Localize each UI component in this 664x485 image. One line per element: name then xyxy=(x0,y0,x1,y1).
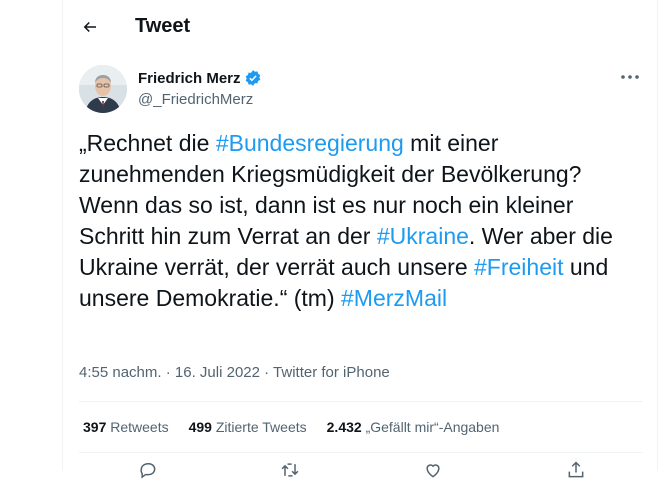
hashtag-merzmail[interactable]: #MerzMail xyxy=(341,285,447,311)
likes-label: „Gefällt mir“-Angaben xyxy=(361,419,500,435)
divider xyxy=(79,401,643,402)
hashtag-freiheit[interactable]: #Freiheit xyxy=(474,254,563,280)
quote-tweets-label: Zitierte Tweets xyxy=(211,419,307,435)
verified-badge-icon xyxy=(244,69,262,87)
author-name-link[interactable]: Friedrich Merz xyxy=(138,69,262,87)
back-arrow-icon xyxy=(83,21,96,33)
share-icon xyxy=(568,461,584,478)
quote-tweets-count: 499 xyxy=(188,419,212,435)
meta-separator: · xyxy=(161,364,175,381)
likes-count: 2.432 xyxy=(326,419,362,435)
retweet-button[interactable] xyxy=(279,460,301,480)
retweets-count: 397 xyxy=(83,419,107,435)
like-icon xyxy=(426,464,440,478)
tweet-column: Tweet Friedrich Merz @_FriedrichMerz „Re… xyxy=(62,0,658,479)
tweet-header: Tweet xyxy=(63,0,657,56)
like-button[interactable] xyxy=(422,460,444,480)
tweet-date[interactable]: 16. Juli 2022 xyxy=(175,364,260,381)
hashtag-bundesregierung[interactable]: #Bundesregierung xyxy=(216,130,404,156)
quote-tweets-stat[interactable]: 499 Zitierte Tweets xyxy=(189,419,307,435)
avatar-image xyxy=(79,65,127,113)
author-handle[interactable]: @_FriedrichMerz xyxy=(138,91,253,108)
back-button[interactable] xyxy=(73,10,107,44)
tweet-time[interactable]: 4:55 nachm. xyxy=(79,364,162,381)
tweet-text-segment: „Rechnet die xyxy=(79,130,216,156)
tweet-actions xyxy=(79,460,643,480)
share-button[interactable] xyxy=(565,460,587,480)
retweets-label: Retweets xyxy=(106,419,169,435)
reply-button[interactable] xyxy=(137,460,159,480)
retweets-stat[interactable]: 397 Retweets xyxy=(83,419,169,435)
author-name: Friedrich Merz xyxy=(138,69,241,87)
more-button[interactable] xyxy=(617,67,643,87)
page-title: Tweet xyxy=(135,15,191,37)
tweet-meta: 4:55 nachm. · 16. Juli 2022 · Twitter fo… xyxy=(79,364,390,381)
retweet-icon xyxy=(281,463,299,477)
divider xyxy=(79,452,643,453)
more-icon xyxy=(621,75,639,79)
tweet-stats: 397 Retweets 499 Zitierte Tweets 2.432 „… xyxy=(83,419,499,435)
tweet-source[interactable]: Twitter for iPhone xyxy=(273,364,390,381)
likes-stat[interactable]: 2.432 „Gefällt mir“-Angaben xyxy=(327,419,500,435)
avatar[interactable] xyxy=(79,65,127,113)
tweet-text: „Rechnet die #Bundesregierung mit einer … xyxy=(79,128,639,314)
meta-separator: · xyxy=(259,364,274,381)
hashtag-ukraine[interactable]: #Ukraine xyxy=(377,223,469,249)
tweet-author: Friedrich Merz @_FriedrichMerz xyxy=(79,65,643,117)
reply-icon xyxy=(140,463,156,479)
